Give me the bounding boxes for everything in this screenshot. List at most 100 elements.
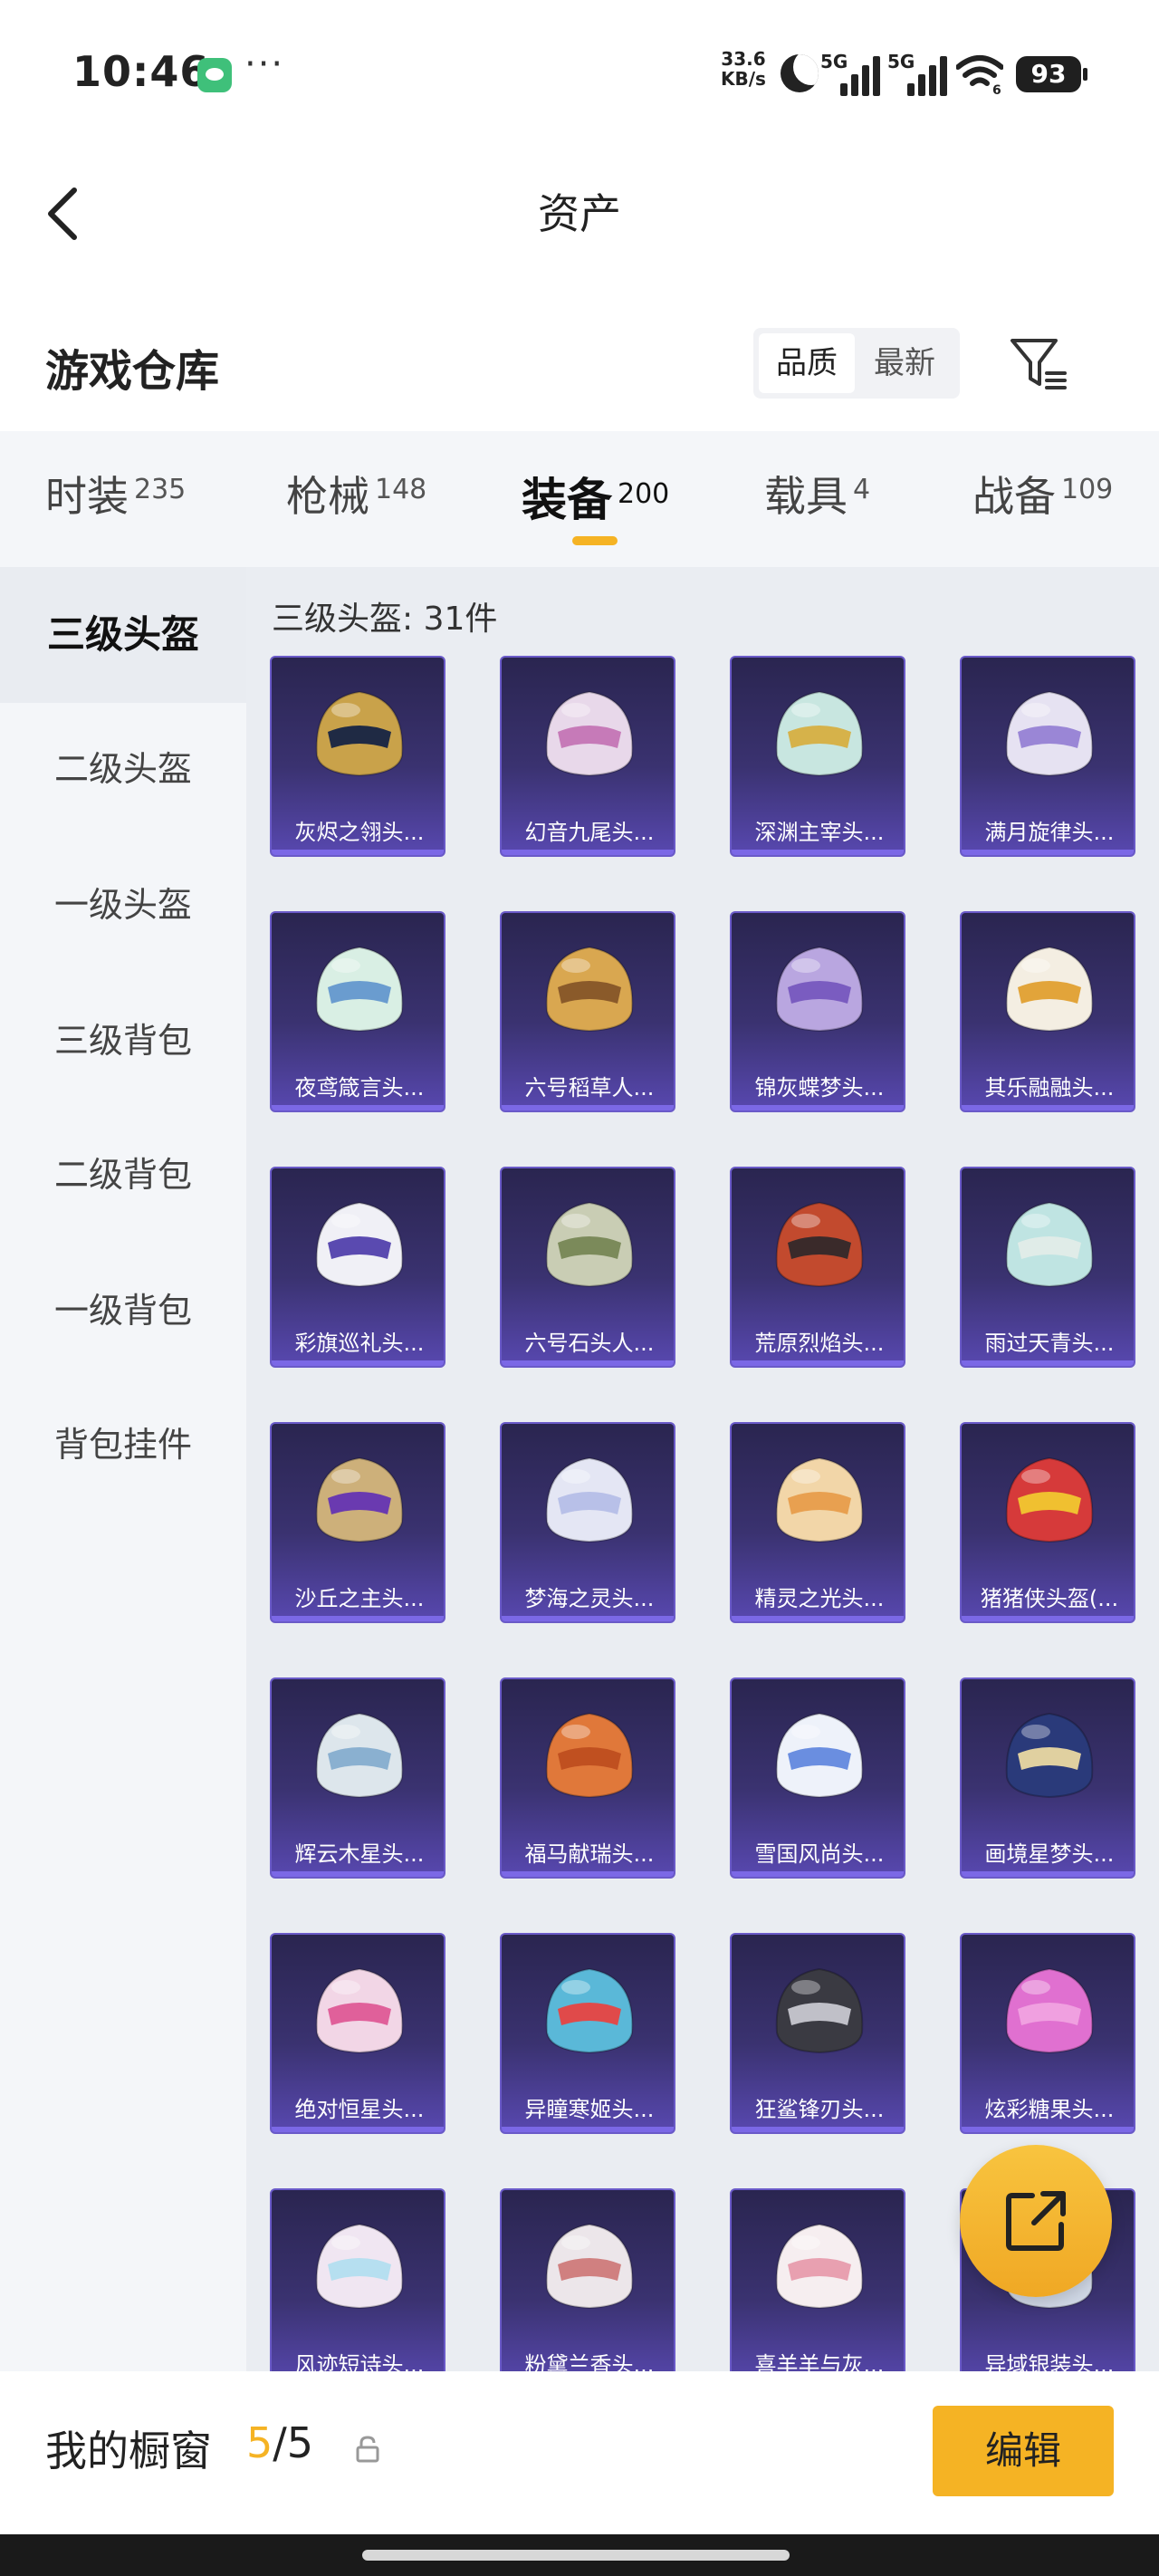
helmet-icon bbox=[545, 690, 634, 777]
lock-icon bbox=[356, 2436, 379, 2463]
share-fab[interactable] bbox=[960, 2145, 1112, 2297]
page-title: 资产 bbox=[538, 189, 621, 238]
more-notifications-icon: ··· bbox=[244, 43, 285, 85]
helmet-item-card[interactable]: 猪猪侠头盔(... bbox=[960, 1422, 1135, 1623]
helmet-icon bbox=[545, 1201, 634, 1288]
status-bar: 10:46 ··· 33.6 KB/s 5G 5G 6 93 bbox=[0, 0, 1159, 145]
tab-vehicles[interactable]: 载具 4 bbox=[764, 464, 870, 536]
helmet-item-card[interactable]: 福马献瑞头... bbox=[500, 1677, 675, 1879]
tab-supplies[interactable]: 战备 109 bbox=[972, 464, 1113, 536]
helmet-item-card[interactable]: 六号稻草人... bbox=[500, 911, 675, 1112]
helmet-icon bbox=[315, 1456, 404, 1543]
helmet-item-card[interactable]: 灰烬之翎头... bbox=[270, 656, 445, 857]
helmet-item-card[interactable]: 荒原烈焰头... bbox=[730, 1167, 905, 1368]
helmet-icon bbox=[775, 946, 864, 1033]
item-name: 狂鲨锋刃头... bbox=[754, 2097, 885, 2122]
filter-icon[interactable] bbox=[1007, 332, 1070, 395]
helmet-icon bbox=[1005, 1456, 1094, 1543]
helmet-item-card[interactable]: 夜鸢箴言头... bbox=[270, 911, 445, 1112]
item-name: 异域银装头... bbox=[984, 2352, 1115, 2371]
category-tabs: 时装 235 枪械 148 装备 200 载具 4 战备 109 bbox=[0, 431, 1159, 567]
item-name: 辉云木星头... bbox=[294, 1841, 425, 1867]
tab-weapons[interactable]: 枪械 148 bbox=[286, 464, 426, 536]
subcategory-sidebar: 三级头盔 二级头盔 一级头盔 三级背包 二级背包 一级背包 背包挂件 bbox=[0, 567, 246, 2371]
item-name: 猪猪侠头盔(... bbox=[980, 1586, 1119, 1611]
item-name: 精灵之光头... bbox=[754, 1586, 885, 1611]
helmet-icon bbox=[315, 2223, 404, 2310]
helmet-item-card[interactable]: 幻音九尾头... bbox=[500, 656, 675, 857]
helmet-icon bbox=[315, 1712, 404, 1799]
share-external-icon bbox=[1006, 2191, 1066, 2251]
helmet-icon bbox=[545, 946, 634, 1033]
item-name: 深渊主宰头... bbox=[754, 820, 885, 845]
item-name: 彩旗巡礼头... bbox=[294, 1331, 425, 1356]
item-name: 满月旋律头... bbox=[984, 820, 1115, 845]
helmet-icon bbox=[315, 1201, 404, 1288]
helmet-item-card[interactable]: 彩旗巡礼头... bbox=[270, 1167, 445, 1368]
helmet-item-card[interactable]: 精灵之光头... bbox=[730, 1422, 905, 1623]
do-not-disturb-icon bbox=[781, 54, 819, 92]
item-name: 其乐融融头... bbox=[984, 1075, 1115, 1101]
item-name: 绝对恒星头... bbox=[294, 2097, 425, 2122]
helmet-item-card[interactable]: 六号石头人... bbox=[500, 1167, 675, 1368]
helmet-item-card[interactable]: 深渊主宰头... bbox=[730, 656, 905, 857]
sidebar-item-level2-backpack[interactable]: 二级背包 bbox=[0, 1107, 246, 1243]
helmet-icon bbox=[775, 1456, 864, 1543]
helmet-item-card[interactable]: 狂鲨锋刃头... bbox=[730, 1933, 905, 2134]
tab-fashion[interactable]: 时装 235 bbox=[45, 464, 186, 536]
sidebar-item-backpack-charm[interactable]: 背包挂件 bbox=[0, 1377, 246, 1513]
sidebar-item-level3-helmet[interactable]: 三级头盔 bbox=[0, 567, 246, 703]
helmet-item-card[interactable]: 喜羊羊与灰... bbox=[730, 2188, 905, 2371]
home-indicator[interactable] bbox=[362, 2550, 790, 2561]
item-name: 锦灰蝶梦头... bbox=[754, 1075, 885, 1101]
helmet-icon bbox=[775, 2223, 864, 2310]
helmet-item-card[interactable]: 满月旋律头... bbox=[960, 656, 1135, 857]
sort-by-quality[interactable]: 品质 bbox=[759, 333, 855, 393]
item-name: 幻音九尾头... bbox=[524, 820, 655, 845]
battery-indicator: 93 bbox=[1016, 56, 1087, 92]
helmet-item-card[interactable]: 粉黛兰香头... bbox=[500, 2188, 675, 2371]
sidebar-item-level1-backpack[interactable]: 一级背包 bbox=[0, 1243, 246, 1379]
status-time: 10:46 bbox=[72, 47, 210, 96]
helmet-icon bbox=[775, 690, 864, 777]
helmet-item-card[interactable]: 梦海之灵头... bbox=[500, 1422, 675, 1623]
item-name: 雪国风尚头... bbox=[754, 1841, 885, 1867]
helmet-icon bbox=[1005, 946, 1094, 1033]
tab-equipment[interactable]: 装备 200 bbox=[522, 464, 669, 536]
signal-icon-2: 5G bbox=[887, 51, 947, 96]
helmet-item-card[interactable]: 辉云木星头... bbox=[270, 1677, 445, 1879]
helmet-icon bbox=[1005, 1201, 1094, 1288]
helmet-icon bbox=[315, 1967, 404, 2054]
signal-icon-1: 5G bbox=[820, 51, 880, 96]
sort-toggle: 品质 最新 bbox=[753, 328, 960, 399]
section-title: 三级头盔: 31件 bbox=[272, 601, 498, 638]
helmet-item-card[interactable]: 其乐融融头... bbox=[960, 911, 1135, 1112]
helmet-item-card[interactable]: 异瞳寒姬头... bbox=[500, 1933, 675, 2134]
helmet-item-card[interactable]: 画境星梦头... bbox=[960, 1677, 1135, 1879]
edit-button[interactable]: 编辑 bbox=[933, 2406, 1114, 2496]
sidebar-item-level2-helmet[interactable]: 二级头盔 bbox=[0, 701, 246, 837]
sidebar-item-level1-helmet[interactable]: 一级头盔 bbox=[0, 837, 246, 973]
helmet-item-card[interactable]: 雨过天青头... bbox=[960, 1167, 1135, 1368]
showcase-label: 我的橱窗 bbox=[45, 2427, 212, 2475]
network-speed: 33.6 KB/s bbox=[721, 48, 766, 90]
item-name: 粉黛兰香头... bbox=[524, 2352, 655, 2371]
showcase-count: 5/5 bbox=[246, 2418, 314, 2467]
helmet-icon bbox=[775, 1967, 864, 2054]
sidebar-item-level3-backpack[interactable]: 三级背包 bbox=[0, 973, 246, 1109]
helmet-item-card[interactable]: 风迹短诗头... bbox=[270, 2188, 445, 2371]
wechat-notification-icon bbox=[197, 58, 232, 92]
item-name: 梦海之灵头... bbox=[524, 1586, 655, 1611]
helmet-item-card[interactable]: 炫彩糖果头... bbox=[960, 1933, 1135, 2134]
item-name: 六号石头人... bbox=[524, 1331, 655, 1356]
helmet-item-card[interactable]: 绝对恒星头... bbox=[270, 1933, 445, 2134]
helmet-icon bbox=[775, 1201, 864, 1288]
helmet-item-card[interactable]: 雪国风尚头... bbox=[730, 1677, 905, 1879]
helmet-item-card[interactable]: 锦灰蝶梦头... bbox=[730, 911, 905, 1112]
wifi-icon: 6 bbox=[956, 55, 1003, 94]
helmet-icon bbox=[545, 2223, 634, 2310]
helmet-item-card[interactable]: 沙丘之主头... bbox=[270, 1422, 445, 1623]
sort-by-newest[interactable]: 最新 bbox=[857, 333, 953, 393]
helmet-icon bbox=[1005, 1967, 1094, 2054]
item-name: 画境星梦头... bbox=[984, 1841, 1115, 1867]
